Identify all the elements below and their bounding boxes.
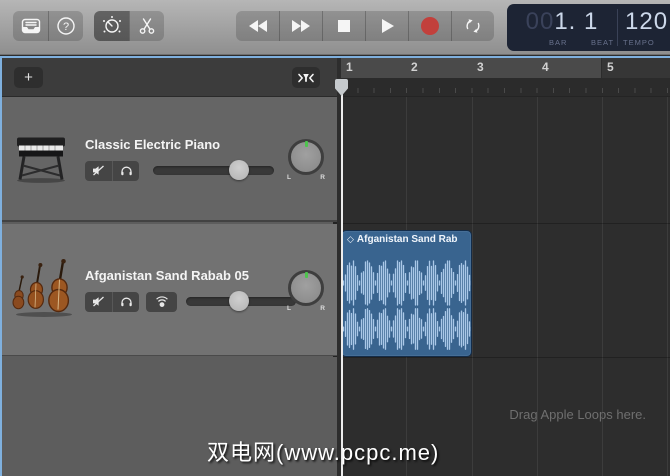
fast-forward-icon — [289, 18, 313, 34]
bar-number: 3 — [477, 60, 484, 74]
lane-separator — [341, 223, 670, 224]
lcd-display[interactable]: 001. 1 BAR BEAT 120 TEMPO — [507, 4, 670, 51]
cycle-button[interactable] — [451, 11, 494, 41]
garageband-window: ? — [0, 0, 670, 476]
ruler-active-range — [341, 58, 602, 78]
bar-number: 4 — [542, 60, 549, 74]
track-name[interactable]: Classic Electric Piano — [85, 137, 274, 152]
strings-icon — [10, 257, 76, 322]
track-header-classic-electric-piano[interactable]: Classic Electric Piano — [2, 97, 337, 222]
waveform — [342, 231, 472, 357]
stop-icon — [336, 18, 352, 34]
headphones-icon — [120, 296, 133, 307]
volume-slider[interactable] — [153, 166, 274, 175]
smart-controls-button[interactable] — [94, 11, 129, 41]
input-monitoring-button[interactable] — [146, 292, 177, 312]
electric-piano-icon — [10, 129, 72, 188]
library-button[interactable] — [13, 11, 48, 41]
pan-right-label: R — [320, 305, 325, 312]
track-lanes[interactable]: ◇ Afganistan Sand Rab Drag Apple Loops h… — [341, 97, 670, 476]
volume-slider[interactable] — [186, 297, 296, 306]
track-controls: Classic Electric Piano — [85, 137, 274, 181]
pan-left-label: L — [287, 174, 291, 181]
cycle-icon — [463, 17, 483, 35]
audio-region-afganistan-sand-rabab[interactable]: ◇ Afganistan Sand Rab — [341, 230, 472, 357]
scissors-icon — [138, 17, 156, 35]
position-value: 1. 1 — [554, 8, 598, 35]
play-button[interactable] — [365, 11, 408, 41]
ruler-beat-ticks[interactable] — [341, 78, 670, 97]
arrange-area[interactable]: 1 2 3 4 5 ◇ Afganistan Sand Rab — [341, 58, 670, 476]
track-header-filter-button[interactable] — [292, 67, 320, 88]
track-header-panel: + — [2, 58, 337, 476]
record-icon — [420, 16, 440, 36]
funnel-collapse-icon — [297, 72, 315, 84]
view-button-group: ? — [13, 11, 83, 41]
track-name[interactable]: Afganistan Sand Rabab 05 — [85, 268, 296, 283]
pan-knob[interactable]: L R — [285, 268, 327, 312]
rewind-button[interactable] — [236, 11, 279, 41]
bar-beat-position: 001. 1 — [507, 8, 617, 36]
rewind-icon — [246, 18, 270, 34]
lcd-divider — [617, 9, 618, 46]
bar-number: 5 — [607, 60, 614, 74]
input-monitoring-icon — [155, 296, 169, 308]
help-icon: ? — [56, 16, 76, 36]
bar-gridline — [667, 97, 668, 476]
transport-controls — [236, 11, 494, 41]
headphones-icon — [120, 165, 133, 176]
pan-knob-indicator — [305, 141, 308, 147]
knob-icon — [101, 15, 123, 37]
record-button[interactable] — [408, 11, 451, 41]
bar-number: 2 — [411, 60, 418, 74]
volume-slider-thumb[interactable] — [229, 291, 249, 311]
mute-solo-group — [85, 292, 139, 312]
playhead-line — [341, 80, 343, 476]
pan-knob[interactable]: L R — [285, 137, 327, 181]
pan-knob-dial[interactable] — [288, 270, 324, 306]
track-panel-toolbar: + — [2, 58, 337, 97]
bar-label: BAR — [549, 38, 567, 47]
pan-right-label: R — [320, 174, 325, 181]
forward-button[interactable] — [279, 11, 322, 41]
pan-knob-dial[interactable] — [288, 139, 324, 175]
solo-button[interactable] — [112, 292, 139, 312]
mute-button[interactable] — [85, 292, 112, 312]
svg-text:?: ? — [63, 21, 69, 33]
beat-label: BEAT — [591, 38, 614, 47]
pan-knob-indicator — [305, 272, 308, 278]
library-icon — [21, 18, 41, 34]
bar-pad: 00 — [526, 8, 555, 35]
editor-button[interactable] — [129, 11, 164, 41]
volume-slider-thumb[interactable] — [229, 160, 249, 180]
tempo-label: TEMPO — [623, 38, 655, 47]
add-track-label: + — [24, 70, 33, 85]
bar-gridline — [472, 97, 473, 476]
pan-left-label: L — [287, 305, 291, 312]
track-header-afganistan-sand-rabab[interactable]: Afganistan Sand Rabab 05 — [2, 224, 337, 356]
watermark-text: 双电网(www.pcpc.me) — [207, 435, 439, 467]
ruler-bar-numbers[interactable]: 1 2 3 4 5 — [341, 58, 670, 78]
bar-number: 1 — [346, 60, 353, 74]
mute-icon — [92, 296, 105, 307]
solo-button[interactable] — [112, 161, 139, 181]
toolbar: ? — [0, 0, 670, 55]
editor-button-group — [94, 11, 164, 41]
tempo-value: 120 — [625, 8, 668, 36]
add-track-button[interactable]: + — [14, 67, 43, 88]
mute-button[interactable] — [85, 161, 112, 181]
drag-apple-loops-hint: Drag Apple Loops here. — [509, 407, 646, 422]
help-button[interactable]: ? — [48, 11, 83, 41]
mute-solo-group — [85, 161, 139, 181]
lane-separator — [341, 357, 670, 358]
mute-icon — [92, 165, 105, 176]
stop-button[interactable] — [322, 11, 365, 41]
track-controls: Afganistan Sand Rabab 05 — [85, 268, 296, 312]
play-icon — [379, 17, 395, 35]
